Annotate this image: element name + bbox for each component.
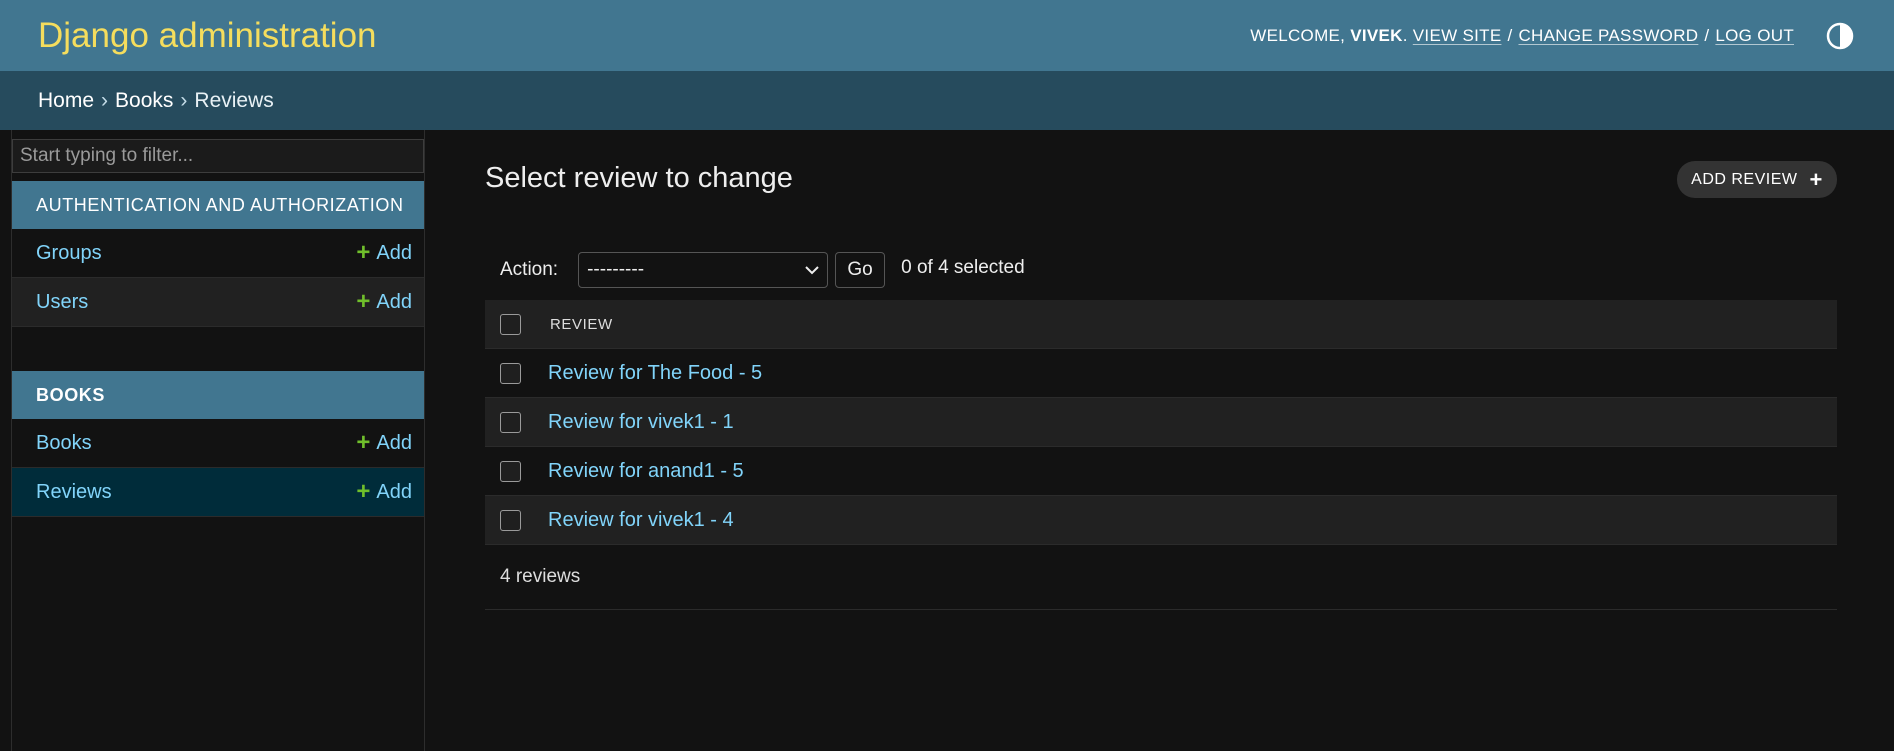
sidebar-item-groups-link[interactable]: Groups — [36, 242, 102, 265]
welcome-text: Welcome, — [1250, 25, 1346, 45]
table-row: Review for The Food - 5 — [485, 349, 1837, 398]
breadcrumb: Home › Books › Reviews — [0, 71, 1894, 130]
nav-filter-input[interactable] — [12, 139, 424, 173]
sidebar-item-books: Books + Add — [12, 419, 424, 468]
sidebar-toggle[interactable] — [0, 130, 12, 751]
review-link[interactable]: Review for The Food - 5 — [548, 362, 762, 385]
module-auth: Authentication and Authorization Groups … — [12, 181, 424, 327]
row-checkbox[interactable] — [500, 362, 521, 384]
review-link[interactable]: Review for vivek1 - 1 — [548, 411, 734, 434]
sidebar-item-books-link[interactable]: Books — [36, 432, 92, 455]
row-checkbox[interactable] — [500, 411, 521, 433]
separator: / — [1704, 25, 1710, 45]
breadcrumb-current: Reviews — [194, 88, 274, 112]
row-checkbox[interactable] — [500, 460, 521, 482]
review-link[interactable]: Review for vivek1 - 4 — [548, 509, 734, 532]
add-groups-button[interactable]: + Add — [356, 241, 412, 265]
change-password-link[interactable]: Change password — [1518, 26, 1698, 46]
add-review-button[interactable]: Add Review + — [1677, 161, 1837, 198]
breadcrumb-home[interactable]: Home — [38, 89, 94, 113]
add-users-button[interactable]: + Add — [356, 290, 412, 314]
log-out-link[interactable]: Log out — [1715, 26, 1794, 46]
site-header: Django administration Welcome, vivek. Vi… — [0, 0, 1894, 71]
sidebar-item-groups: Groups + Add — [12, 229, 424, 278]
add-books-button[interactable]: + Add — [356, 431, 412, 455]
contrast-half-circle-icon[interactable] — [1824, 20, 1856, 52]
site-branding[interactable]: Django administration — [38, 16, 377, 56]
selected-count: 0 of 4 selected — [901, 257, 1025, 278]
sidebar-item-users-link[interactable]: Users — [36, 291, 88, 314]
breadcrumb-separator: › — [101, 88, 109, 112]
plus-icon: + — [356, 478, 371, 505]
module-caption-auth[interactable]: Authentication and Authorization — [12, 181, 424, 229]
review-link[interactable]: Review for anand1 - 5 — [548, 460, 744, 483]
breadcrumb-separator: › — [180, 88, 188, 112]
add-reviews-button[interactable]: + Add — [356, 480, 412, 504]
module-caption-books[interactable]: Books — [12, 371, 424, 419]
table-row: Review for vivek1 - 4 — [485, 496, 1837, 545]
row-checkbox[interactable] — [500, 509, 521, 531]
sidebar-item-users: Users + Add — [12, 278, 424, 327]
username: vivek — [1350, 25, 1403, 45]
result-list-table: Review Review for The Food - 5 Review fo… — [485, 300, 1837, 545]
table-row: Review for vivek1 - 1 — [485, 398, 1837, 447]
plus-icon: + — [356, 239, 371, 266]
actions-bar: Action: --------- Go 0 of 4 selected — [485, 240, 1837, 300]
action-label: Action: — [500, 259, 559, 280]
table-header: Review — [485, 300, 1837, 349]
separator: / — [1507, 25, 1513, 45]
column-header-review[interactable]: Review — [550, 316, 613, 333]
plus-icon: + — [1809, 166, 1823, 192]
action-select[interactable]: --------- — [578, 252, 829, 288]
plus-icon: + — [356, 288, 371, 315]
module-books: Books Books + Add Reviews + Add — [12, 371, 424, 517]
user-tools: Welcome, vivek. View site / Change passw… — [1250, 20, 1856, 52]
page-title: Select review to change — [485, 162, 793, 194]
table-row: Review for anand1 - 5 — [485, 447, 1837, 496]
view-site-link[interactable]: View site — [1413, 26, 1502, 46]
chevron-down-icon — [805, 259, 819, 281]
sidebar-item-reviews: Reviews + Add — [12, 468, 424, 517]
select-all-checkbox[interactable] — [500, 313, 521, 335]
sidebar-item-reviews-link[interactable]: Reviews — [36, 481, 112, 504]
breadcrumb-books[interactable]: Books — [115, 89, 173, 113]
paginator: 4 reviews — [485, 545, 1837, 610]
plus-icon: + — [356, 429, 371, 456]
go-button[interactable]: Go — [835, 252, 886, 288]
